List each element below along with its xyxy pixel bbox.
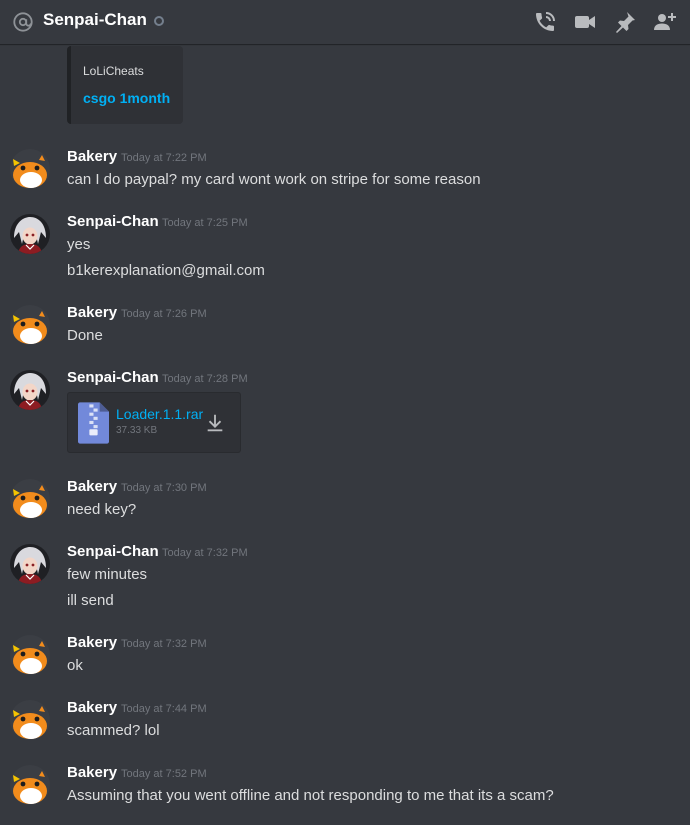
message-timestamp: Today at 7:25 PM — [162, 217, 248, 229]
avatar[interactable] — [10, 305, 50, 345]
channel-header: Senpai-Chan — [0, 0, 690, 44]
link-embed: LoLiCheats csgo 1month — [67, 46, 183, 124]
archive-file-icon — [78, 402, 109, 444]
author-name[interactable]: Senpai-Chan — [67, 369, 159, 386]
orange-creature-icon — [10, 305, 50, 345]
message-timestamp: Today at 7:32 PM — [162, 547, 248, 559]
orange-creature-icon — [10, 479, 50, 519]
anime-character-icon — [10, 544, 50, 584]
author-name[interactable]: Bakery — [67, 478, 117, 495]
message-timestamp: Today at 7:30 PM — [121, 482, 207, 494]
author-name[interactable]: Bakery — [67, 764, 117, 781]
avatar[interactable] — [10, 635, 50, 675]
message-text: ill send — [67, 592, 114, 609]
video-icon[interactable] — [573, 10, 597, 34]
embed-title-link[interactable]: csgo 1month — [83, 90, 170, 106]
embed-provider: LoLiCheats — [83, 64, 144, 78]
avatar[interactable] — [10, 765, 50, 805]
file-name-link[interactable]: Loader.1.1.rar — [116, 406, 203, 422]
message-text: need key? — [67, 501, 137, 518]
message-text: can I do paypal? my card wont work on st… — [67, 171, 481, 188]
message-text: scammed? lol — [67, 722, 160, 739]
message-text: ok — [67, 657, 83, 674]
message-text: few minutes — [67, 566, 148, 583]
call-icon[interactable] — [533, 10, 557, 34]
avatar[interactable] — [10, 544, 50, 584]
at-icon — [13, 12, 33, 32]
message-text: b1kerexplanation@gmail.com — [67, 262, 265, 279]
author-name[interactable]: Senpai-Chan — [67, 213, 159, 230]
message-timestamp: Today at 7:32 PM — [121, 638, 207, 650]
orange-creature-icon — [10, 700, 50, 740]
message-text: yes — [67, 236, 91, 253]
status-offline-icon — [154, 16, 164, 26]
file-attachment: Loader.1.1.rar 37.33 KB — [67, 392, 241, 453]
channel-title: Senpai-Chan — [43, 10, 147, 29]
download-icon[interactable] — [204, 412, 226, 434]
avatar[interactable] — [10, 214, 50, 254]
message-timestamp: Today at 7:26 PM — [121, 308, 207, 320]
orange-creature-icon — [10, 765, 50, 805]
file-size: 37.33 KB — [116, 425, 158, 436]
avatar[interactable] — [10, 370, 50, 410]
avatar[interactable] — [10, 700, 50, 740]
author-name[interactable]: Bakery — [67, 699, 117, 716]
message-text: Done — [67, 327, 103, 344]
message-list[interactable]: LoLiCheats csgo 1month Bakery Today at 7… — [0, 44, 690, 825]
message-text: Assuming that you went offline and not r… — [67, 787, 554, 804]
pin-icon[interactable] — [613, 10, 637, 34]
message-timestamp: Today at 7:28 PM — [162, 373, 248, 385]
message-timestamp: Today at 7:44 PM — [121, 703, 207, 715]
avatar[interactable] — [10, 149, 50, 189]
anime-character-icon — [10, 214, 50, 254]
anime-character-icon — [10, 370, 50, 410]
orange-creature-icon — [10, 635, 50, 675]
avatar[interactable] — [10, 479, 50, 519]
message-timestamp: Today at 7:22 PM — [121, 152, 207, 164]
author-name[interactable]: Bakery — [67, 634, 117, 651]
orange-creature-icon — [10, 149, 50, 189]
author-name[interactable]: Senpai-Chan — [67, 543, 159, 560]
author-name[interactable]: Bakery — [67, 148, 117, 165]
message-timestamp: Today at 7:52 PM — [121, 768, 207, 780]
add-friend-icon[interactable] — [653, 10, 677, 34]
author-name[interactable]: Bakery — [67, 304, 117, 321]
